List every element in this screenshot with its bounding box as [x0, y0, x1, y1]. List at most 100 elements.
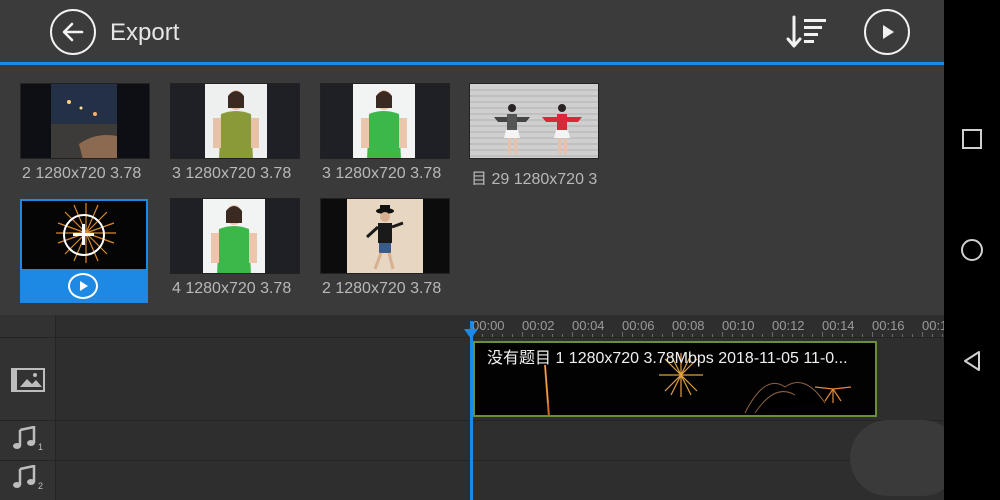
ruler-tick-mark	[512, 334, 513, 337]
ruler-tick-mark	[782, 334, 783, 337]
ruler-tick-mark	[742, 334, 743, 337]
ruler-tick-mark	[702, 334, 703, 337]
ruler-tick-mark	[632, 334, 633, 337]
triangle-back-icon	[964, 351, 980, 371]
ruler-tick-mark	[732, 334, 733, 337]
video-image-track-icon	[11, 368, 45, 392]
back-arrow-icon	[62, 22, 84, 42]
ruler-tick-label: 00:02	[522, 318, 555, 333]
back-button[interactable]	[50, 9, 96, 55]
ruler-tick-mark	[922, 332, 923, 337]
clip-thumbnail[interactable]	[320, 83, 450, 159]
clip-caption: 目 29 1280x720 3	[471, 171, 597, 185]
header: Export	[0, 0, 944, 64]
ruler-tick-mark	[902, 334, 903, 337]
audio-track-1-header[interactable]: 1	[12, 425, 43, 457]
track-number: 1	[38, 442, 44, 452]
ruler-tick-label: 00:06	[622, 318, 655, 333]
clip-play-button[interactable]	[68, 273, 98, 299]
sort-button[interactable]	[785, 14, 831, 50]
preview-play-button[interactable]	[864, 9, 910, 55]
ruler-tick-mark	[752, 334, 753, 337]
clip-thumbnail[interactable]	[170, 83, 300, 159]
system-back-button[interactable]	[957, 346, 987, 376]
two-girls-shutter-thumbnail	[470, 84, 598, 158]
ruler-tick-mark	[772, 332, 773, 337]
timeline-clip[interactable]: 没有题目 1 1280x720 3.78Mbps 2018-11-05 11-0…	[473, 341, 877, 417]
ruler-tick-mark	[592, 334, 593, 337]
clip-caption: 3 1280x720 3.78	[172, 165, 292, 182]
track-number: 2	[38, 481, 44, 491]
recents-button[interactable]	[957, 124, 987, 154]
ruler-tick-mark	[882, 334, 883, 337]
library-clip-selected[interactable]	[20, 199, 150, 303]
ruler-tick-mark	[562, 334, 563, 337]
ruler-tick-mark	[582, 334, 583, 337]
clip-caption: 2 1280x720 3.78	[322, 280, 442, 297]
ruler-tick-label: 00:08	[672, 318, 705, 333]
ruler-tick-mark	[932, 334, 933, 337]
clip-thumbnail[interactable]	[320, 198, 450, 274]
circle-icon	[961, 239, 983, 261]
ruler-tick-label: 00:14	[822, 318, 855, 333]
ruler-tick-mark	[572, 332, 573, 337]
ruler-tick-mark	[712, 334, 713, 337]
ruler-tick-mark	[642, 334, 643, 337]
square-icon	[962, 129, 982, 149]
ruler-tick-mark	[832, 334, 833, 337]
ruler-tick-mark	[622, 332, 623, 337]
app: Export 2 1280x720 3.78 3 1280x720 3.78 3…	[0, 0, 944, 500]
clip-thumbnail[interactable]	[20, 83, 150, 159]
ruler-tick-mark	[912, 334, 913, 337]
page-title: Export	[110, 19, 180, 46]
add-clip-button[interactable]	[63, 214, 105, 256]
ruler-tick-mark	[722, 332, 723, 337]
ruler-tick-mark	[552, 334, 553, 337]
play-icon	[883, 25, 894, 39]
ruler-tick-mark	[792, 334, 793, 337]
clip-thumbnail[interactable]	[170, 198, 300, 274]
ruler-tick-label: 00:10	[722, 318, 755, 333]
clip-caption: 3 1280x720 3.78	[322, 165, 442, 182]
sort-icon	[786, 15, 826, 48]
ruler-tick-mark	[862, 334, 863, 337]
ruler-tick-mark	[502, 334, 503, 337]
clip-thumbnail[interactable]	[22, 201, 146, 269]
ruler-tick-mark	[602, 334, 603, 337]
ruler-tick-mark	[652, 334, 653, 337]
ruler-tick-mark	[662, 334, 663, 337]
timeline-clip-title: 没有题目 1 1280x720 3.78Mbps 2018-11-05 11-0…	[487, 350, 848, 367]
ruler-tick-mark	[942, 334, 943, 337]
music-note-icon	[13, 464, 36, 488]
ruler-tick-mark	[802, 334, 803, 337]
playhead[interactable]	[470, 321, 473, 500]
ruler-tick-label: 00:04	[572, 318, 605, 333]
girl-green-shirt-thumbnail	[171, 199, 299, 273]
video-track-header[interactable]	[10, 365, 46, 398]
ruler-tick-mark	[842, 334, 843, 337]
ruler-tick-label: 00:12	[772, 318, 805, 333]
floating-panel	[850, 420, 944, 496]
ruler-tick-mark	[522, 332, 523, 337]
clip-caption: 4 1280x720 3.78	[172, 280, 292, 297]
ruler-tick-mark	[532, 334, 533, 337]
child-dancing-thumbnail	[321, 199, 449, 273]
girl-olive-shirt-thumbnail	[171, 84, 299, 158]
girl-green-shirt-thumbnail	[321, 84, 449, 158]
ruler-tick-label: 00:16	[872, 318, 905, 333]
home-button[interactable]	[957, 235, 987, 265]
ruler-tick-mark	[682, 334, 683, 337]
ruler-tick-mark	[852, 334, 853, 337]
play-icon	[80, 281, 88, 291]
audio-track-2-header[interactable]: 2	[12, 464, 43, 496]
time-ruler[interactable]: 00:00 00:02 00:04 00:06 00:08 00:10 00:12 00:14…	[56, 315, 944, 337]
ruler-tick-mark	[482, 334, 483, 337]
ruler-tick-mark	[612, 334, 613, 337]
ruler-tick-mark	[762, 334, 763, 337]
ruler-tick-mark	[812, 334, 813, 337]
system-navigation-bar	[944, 0, 1000, 500]
ruler-tick-mark	[542, 334, 543, 337]
ruler-tick-mark	[822, 332, 823, 337]
playhead-handle[interactable]	[464, 329, 478, 339]
clip-thumbnail[interactable]	[469, 83, 599, 159]
